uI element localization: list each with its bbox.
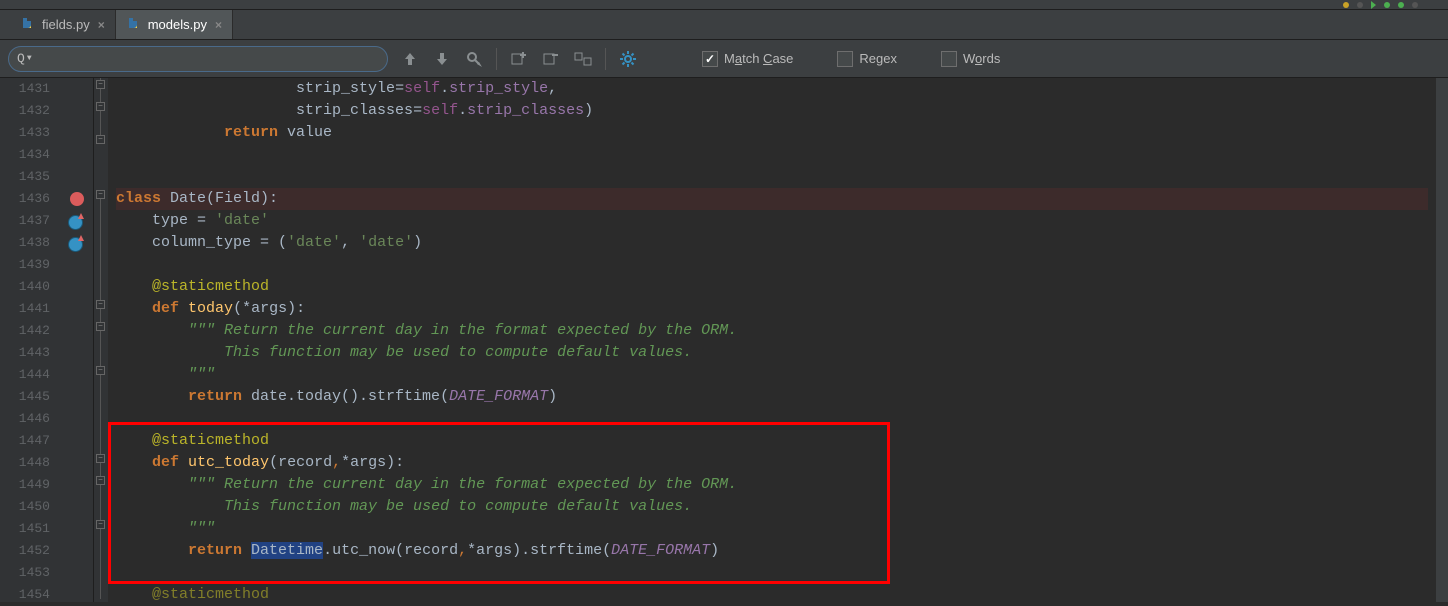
editor-tabs: fields.py × models.py × [0,10,1448,40]
override-icon[interactable] [68,237,83,252]
toolbar-divider [496,48,497,70]
tab-fields[interactable]: fields.py × [10,10,116,39]
breakpoint-icon[interactable] [70,192,84,206]
gear-icon[interactable] [618,49,638,69]
fold-icon[interactable]: − [96,366,105,375]
fold-icon[interactable]: − [96,520,105,529]
search-icon: Q [17,51,25,66]
close-icon[interactable]: × [98,18,105,32]
select-all-occurrences-icon[interactable] [573,49,593,69]
tab-models[interactable]: models.py × [116,10,233,39]
tab-label: models.py [148,17,207,32]
fold-icon[interactable]: − [96,300,105,309]
vertical-scrollbar[interactable] [1436,78,1448,602]
status-dot [1343,2,1349,8]
chevron-down-icon[interactable]: ▼ [27,54,32,63]
status-dot [1384,2,1390,8]
tab-label: fields.py [42,17,90,32]
code-area[interactable]: strip_style=self.strip_style, strip_clas… [108,78,1436,602]
gutter-marks [58,78,94,602]
fold-icon[interactable]: − [96,102,105,111]
fold-icon[interactable]: − [96,476,105,485]
fold-icon[interactable]: − [96,80,105,89]
fold-gutter: − − − − − − − − − − [94,78,108,602]
remove-selection-icon[interactable] [541,49,561,69]
search-field-wrap[interactable]: Q ▼ [8,46,388,72]
checkbox-checked-icon[interactable] [702,51,718,67]
find-toolbar: Q ▼ Match Case Regex Words [0,40,1448,78]
checkbox-icon[interactable] [941,51,957,67]
match-case-option[interactable]: Match Case [702,51,793,67]
close-icon[interactable]: × [215,18,222,32]
select-all-icon[interactable] [464,49,484,69]
prev-match-icon[interactable] [400,49,420,69]
window-top-bar [0,0,1448,10]
fold-icon[interactable]: − [96,190,105,199]
words-option[interactable]: Words [941,51,1000,67]
search-input[interactable] [36,51,379,66]
fold-icon[interactable]: − [96,454,105,463]
status-dot [1398,2,1404,8]
add-selection-icon[interactable] [509,49,529,69]
option-label: Regex [859,51,897,66]
option-label: Match Case [724,51,793,66]
line-number-gutter: 143114321433 143414351436 143714381439 1… [0,78,58,602]
fold-icon[interactable]: − [96,135,105,144]
python-file-icon [20,18,34,32]
run-icon[interactable] [1371,1,1376,9]
override-icon[interactable] [68,215,83,230]
next-match-icon[interactable] [432,49,452,69]
status-dot [1412,2,1418,8]
checkbox-icon[interactable] [837,51,853,67]
fold-icon[interactable]: − [96,322,105,331]
code-editor[interactable]: 143114321433 143414351436 143714381439 1… [0,78,1448,602]
toolbar-divider [605,48,606,70]
option-label: Words [963,51,1000,66]
status-dot [1357,2,1363,8]
regex-option[interactable]: Regex [837,51,897,67]
python-file-icon [126,18,140,32]
